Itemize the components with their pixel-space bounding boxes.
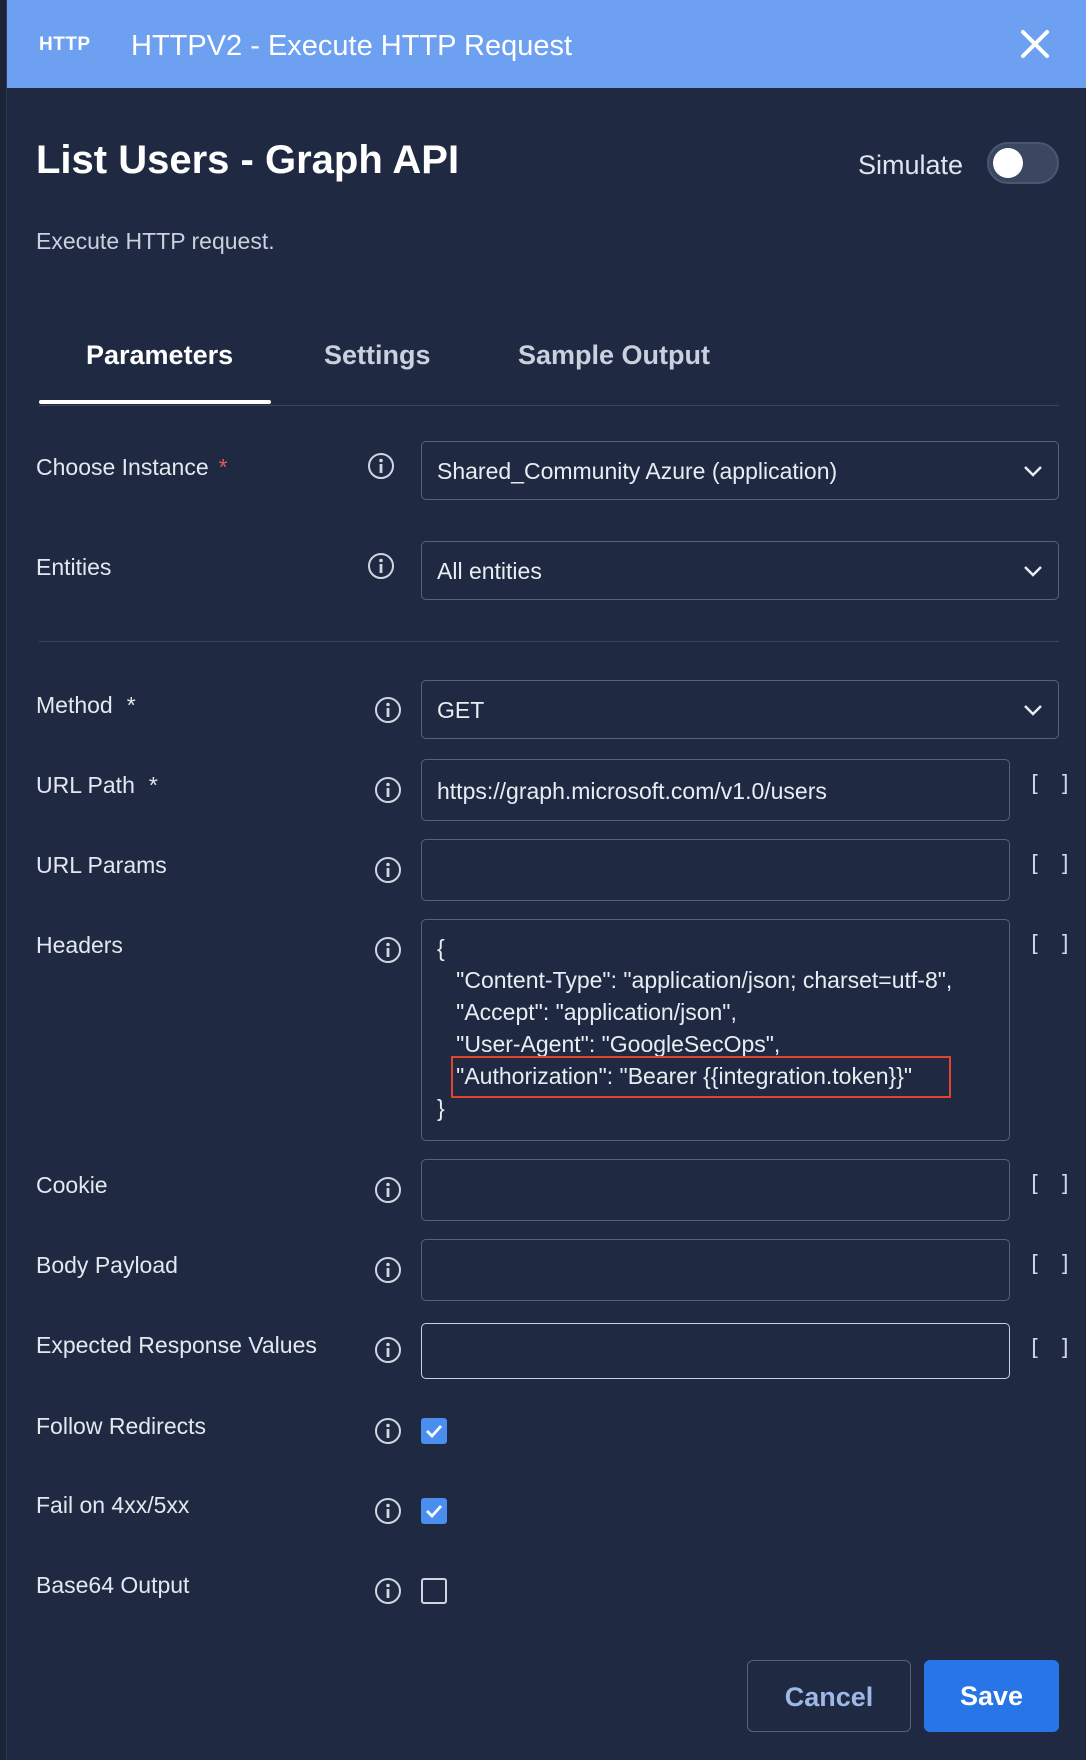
cancel-button[interactable]: Cancel <box>747 1660 911 1732</box>
required-mark: * <box>126 692 136 718</box>
url-params-input[interactable] <box>421 839 1010 901</box>
tab-bar: Parameters Settings Sample Output <box>39 340 1059 406</box>
headers-textarea[interactable]: { "Content-Type": "application/json; cha… <box>421 919 1010 1141</box>
chevron-down-icon <box>1024 705 1042 716</box>
cookie-label: Cookie <box>36 1172 108 1198</box>
info-icon[interactable] <box>374 1336 402 1364</box>
toggle-knob <box>993 148 1023 178</box>
method-label: Method * <box>36 692 136 718</box>
expected-response-input[interactable] <box>421 1323 1010 1379</box>
cookie-input[interactable] <box>421 1159 1010 1221</box>
follow-redirects-checkbox[interactable] <box>421 1418 447 1444</box>
action-name: List Users - Graph API <box>36 138 460 182</box>
base64-output-checkbox[interactable] <box>421 1578 447 1604</box>
tab-settings[interactable]: Settings <box>324 340 431 371</box>
placeholder-picker-button[interactable]: [ ] <box>1028 932 1074 957</box>
method-select[interactable]: GET <box>421 680 1059 739</box>
placeholder-picker-button[interactable]: [ ] <box>1028 772 1074 797</box>
chevron-down-icon <box>1024 566 1042 577</box>
expected-response-label: Expected Response Values <box>36 1332 317 1358</box>
method-value: GET <box>437 697 485 723</box>
info-icon[interactable] <box>374 1497 402 1525</box>
active-tab-indicator <box>39 400 271 404</box>
info-icon[interactable] <box>367 452 395 480</box>
info-icon[interactable] <box>374 776 402 804</box>
simulate-toggle[interactable] <box>987 142 1059 184</box>
info-icon[interactable] <box>374 1176 402 1204</box>
instance-label: Choose Instance * <box>36 454 228 480</box>
entities-value: All entities <box>437 558 542 584</box>
info-icon[interactable] <box>374 936 402 964</box>
close-icon[interactable] <box>1015 24 1055 64</box>
chevron-down-icon <box>1024 466 1042 477</box>
fail-on-error-label: Fail on 4xx/5xx <box>36 1492 190 1518</box>
info-icon[interactable] <box>367 552 395 580</box>
required-mark: * <box>148 772 158 798</box>
url-path-input[interactable]: https://graph.microsoft.com/v1.0/users <box>421 759 1010 821</box>
instance-value: Shared_Community Azure (application) <box>437 458 838 484</box>
required-mark: * <box>218 454 228 480</box>
save-button[interactable]: Save <box>924 1660 1059 1732</box>
info-icon[interactable] <box>374 1577 402 1605</box>
info-icon[interactable] <box>374 1256 402 1284</box>
authorization-highlight-box <box>451 1056 951 1098</box>
simulate-label: Simulate <box>858 150 964 180</box>
tab-sample-output[interactable]: Sample Output <box>518 340 710 371</box>
follow-redirects-label: Follow Redirects <box>36 1413 206 1439</box>
url-path-value: https://graph.microsoft.com/v1.0/users <box>437 778 827 804</box>
body-payload-label: Body Payload <box>36 1252 178 1278</box>
section-divider <box>39 641 1059 642</box>
base64-output-label: Base64 Output <box>36 1572 190 1598</box>
placeholder-picker-button[interactable]: [ ] <box>1028 1252 1074 1277</box>
placeholder-picker-button[interactable]: [ ] <box>1028 1172 1074 1197</box>
info-icon[interactable] <box>374 856 402 884</box>
fail-on-error-checkbox[interactable] <box>421 1498 447 1524</box>
url-path-label: URL Path * <box>36 772 158 798</box>
action-description: Execute HTTP request. <box>36 228 275 254</box>
action-dialog: HTTP HTTPV2 - Execute HTTP Request List … <box>6 0 1086 1760</box>
placeholder-picker-button[interactable]: [ ] <box>1028 1336 1074 1361</box>
dialog-title: HTTPV2 - Execute HTTP Request <box>131 30 573 62</box>
headers-label: Headers <box>36 932 123 958</box>
url-params-label: URL Params <box>36 852 167 878</box>
integration-badge: HTTP <box>39 34 91 55</box>
info-icon[interactable] <box>374 696 402 724</box>
entities-label: Entities <box>36 554 112 580</box>
info-icon[interactable] <box>374 1417 402 1445</box>
checkmark-icon <box>426 1425 443 1439</box>
entities-select[interactable]: All entities <box>421 541 1059 600</box>
dialog-header: HTTP HTTPV2 - Execute HTTP Request <box>7 0 1086 88</box>
placeholder-picker-button[interactable]: [ ] <box>1028 852 1074 877</box>
body-payload-input[interactable] <box>421 1239 1010 1301</box>
instance-select[interactable]: Shared_Community Azure (application) <box>421 441 1059 500</box>
tab-parameters[interactable]: Parameters <box>86 340 233 371</box>
checkmark-icon <box>426 1505 443 1519</box>
